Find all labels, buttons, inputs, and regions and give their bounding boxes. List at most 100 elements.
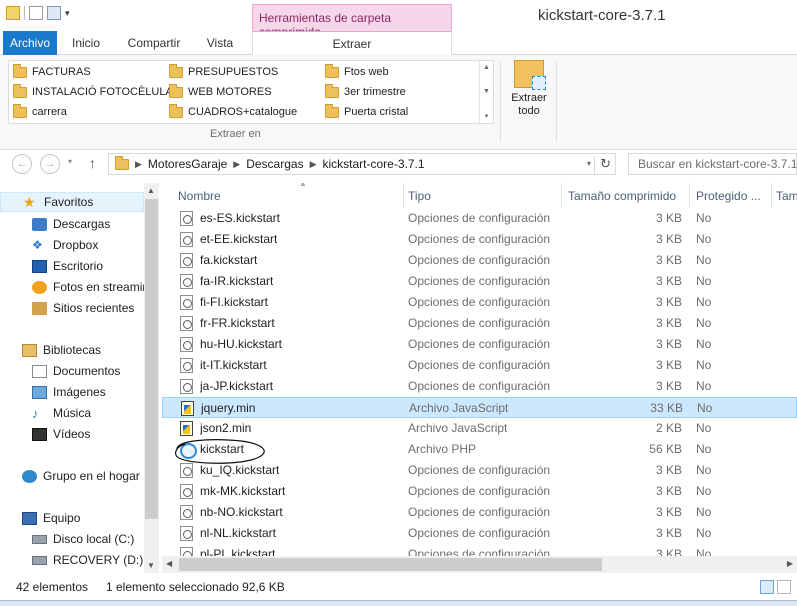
- file-row[interactable]: fr-FR.kickstart Opciones de configuración…: [162, 313, 797, 334]
- destination-item[interactable]: CUADROS+catalogue: [169, 103, 297, 121]
- breadcrumb-chevron-icon[interactable]: ▶: [310, 159, 317, 170]
- breadcrumb-chevron-icon[interactable]: ▶: [135, 159, 142, 170]
- file-protected: No: [696, 211, 712, 225]
- new-folder-icon[interactable]: [47, 6, 61, 20]
- nav-item-photo-stream[interactable]: Fotos en streamin: [32, 277, 149, 297]
- breadcrumb-current-folder[interactable]: kickstart-core-3.7.1: [323, 157, 425, 171]
- nav-item-videos[interactable]: Vídeos: [32, 424, 90, 444]
- address-bar[interactable]: ▶ MotoresGaraje ▶ Descargas ▶ kickstart-…: [108, 153, 616, 175]
- tab-compartir[interactable]: Compartir: [120, 31, 188, 55]
- tab-vista[interactable]: Vista: [196, 31, 244, 55]
- destination-item[interactable]: Puerta cristal: [325, 103, 408, 121]
- file-row[interactable]: it-IT.kickstart Opciones de configuración…: [162, 355, 797, 376]
- column-header-compressed-size[interactable]: Tamaño comprimido: [568, 183, 690, 208]
- file-compressed-size: 3 KB: [655, 232, 682, 246]
- large-icons-view-icon[interactable]: [777, 580, 791, 594]
- file-row[interactable]: fa-IR.kickstart Opciones de configuración…: [162, 271, 797, 292]
- up-arrow-icon[interactable]: ↑: [89, 155, 96, 171]
- column-header-name[interactable]: Nombre ▲: [178, 183, 404, 208]
- file-protected: No: [696, 337, 712, 351]
- nav-item-imagenes[interactable]: Imágenes: [32, 382, 106, 402]
- navigation-pane-scrollbar[interactable]: ▲ ▼: [144, 183, 159, 573]
- extract-all-button[interactable]: Extraer todo: [506, 60, 552, 118]
- scroll-down-icon[interactable]: ▼: [147, 561, 155, 570]
- file-row[interactable]: fa.kickstart Opciones de configuración 3 K…: [162, 250, 797, 271]
- folder-icon: [169, 103, 183, 118]
- file-row[interactable]: hu-HU.kickstart Opciones de configuración…: [162, 334, 797, 355]
- destination-item[interactable]: INSTALACIÓ FOTOCÈLULA: [13, 83, 173, 101]
- column-header-type[interactable]: Tipo: [408, 183, 562, 208]
- group-label-extract-to: Extraer en: [210, 128, 261, 140]
- file-row[interactable]: fi-FI.kickstart Opciones de configuración…: [162, 292, 797, 313]
- horizontal-scrollbar[interactable]: ◀ ▶: [162, 556, 797, 573]
- nav-item-drive-d[interactable]: RECOVERY (D:): [32, 550, 143, 570]
- destination-item[interactable]: PRESUPUESTOS: [169, 63, 278, 81]
- scroll-down-icon[interactable]: ▼: [483, 88, 490, 95]
- nav-computer[interactable]: Equipo: [22, 508, 80, 528]
- scroll-up-icon[interactable]: ▲: [147, 186, 155, 195]
- folder-icon: [13, 63, 27, 78]
- scroll-left-icon[interactable]: ◀: [166, 559, 172, 568]
- recent-locations-chevron-icon[interactable]: ▾: [68, 157, 72, 166]
- file-type: Opciones de configuración: [408, 295, 551, 309]
- column-header-size[interactable]: Tam: [776, 183, 797, 208]
- file-row[interactable]: nl-NL.kickstart Opciones de configuración…: [162, 523, 797, 544]
- tab-inicio[interactable]: Inicio: [62, 31, 110, 55]
- forward-arrow-icon[interactable]: →: [40, 154, 60, 174]
- file-row[interactable]: nb-NO.kickstart Opciones de configuración…: [162, 502, 797, 523]
- nav-item-recent-places[interactable]: Sitios recientes: [32, 298, 134, 318]
- nav-item-escritorio[interactable]: Escritorio: [32, 256, 103, 276]
- tab-archivo[interactable]: Archivo: [3, 31, 57, 55]
- nav-item-dropbox[interactable]: ❖ Dropbox: [32, 235, 98, 255]
- destination-item[interactable]: WEB MOTORES: [169, 83, 272, 101]
- scroll-right-icon[interactable]: ▶: [787, 559, 793, 568]
- nav-item-descargas[interactable]: Descargas: [32, 214, 110, 234]
- title-bar: ▾ Herramientas de carpeta comprimida kic…: [0, 0, 797, 39]
- nav-homegroup[interactable]: Grupo en el hogar: [22, 466, 140, 486]
- destination-item[interactable]: carrera: [13, 103, 67, 121]
- refresh-icon[interactable]: ↻: [594, 156, 611, 174]
- ribbon-extract-panel: FACTURAS INSTALACIÓ FOTOCÈLULA carrera P…: [0, 55, 797, 150]
- customize-toolbar-chevron-icon[interactable]: ▾: [65, 8, 70, 19]
- details-view-icon[interactable]: [760, 580, 774, 594]
- nav-libraries[interactable]: Bibliotecas: [22, 340, 101, 360]
- file-row[interactable]: ja-JP.kickstart Opciones de configuración…: [162, 376, 797, 397]
- nav-label: Documentos: [53, 364, 121, 378]
- file-protected: No: [697, 401, 713, 415]
- properties-icon[interactable]: [29, 6, 43, 20]
- address-dropdown-chevron-icon[interactable]: ▾: [587, 159, 591, 168]
- destination-item[interactable]: 3er trimestre: [325, 83, 406, 101]
- destination-item[interactable]: FACTURAS: [13, 63, 91, 81]
- nav-favorites[interactable]: ★ Favoritos: [0, 192, 144, 212]
- nav-item-documentos[interactable]: Documentos: [32, 361, 120, 381]
- file-row[interactable]: mk-MK.kickstart Opciones de configuración…: [162, 481, 797, 502]
- file-row[interactable]: jquery.min Archivo JavaScript 33 KB No: [162, 397, 797, 418]
- folder-icon[interactable]: [6, 6, 20, 20]
- gallery-scrollbar[interactable]: ▲ ▼ ▾: [479, 61, 493, 123]
- toolbar-divider: [24, 6, 25, 20]
- breadcrumb-motoresgaraje[interactable]: MotoresGaraje: [148, 157, 227, 171]
- ribbon-tabs: Archivo Inicio Compartir Vista Extraer: [0, 31, 797, 55]
- expand-gallery-icon[interactable]: ▾: [485, 112, 489, 120]
- file-compressed-size: 3 KB: [655, 358, 682, 372]
- scrollbar-thumb[interactable]: [145, 199, 158, 519]
- back-arrow-icon[interactable]: ←: [12, 154, 32, 174]
- file-row[interactable]: es-ES.kickstart Opciones de configuración…: [162, 208, 797, 229]
- nav-item-drive-c[interactable]: Disco local (C:): [32, 529, 134, 549]
- file-name: mk-MK.kickstart: [200, 484, 286, 498]
- file-row[interactable]: et-EE.kickstart Opciones de configuración…: [162, 229, 797, 250]
- hard-drive-icon: [32, 555, 47, 565]
- file-compressed-size: 3 KB: [655, 505, 682, 519]
- config-file-icon: [180, 295, 193, 310]
- destination-item[interactable]: Ftos web: [325, 63, 389, 81]
- tab-extraer[interactable]: Extraer: [252, 31, 452, 55]
- breadcrumb-descargas[interactable]: Descargas: [246, 157, 303, 171]
- search-input[interactable]: Buscar en kickstart-core-3.7.1: [628, 153, 797, 175]
- destination-label: PRESUPUESTOS: [188, 66, 279, 78]
- nav-item-musica[interactable]: ♪ Música: [32, 403, 91, 423]
- breadcrumb-chevron-icon[interactable]: ▶: [233, 159, 240, 170]
- scrollbar-thumb[interactable]: [179, 558, 602, 571]
- scroll-up-icon[interactable]: ▲: [483, 64, 490, 71]
- extract-destination-gallery: FACTURAS INSTALACIÓ FOTOCÈLULA carrera P…: [8, 60, 494, 124]
- column-header-protected[interactable]: Protegido ...: [696, 183, 772, 208]
